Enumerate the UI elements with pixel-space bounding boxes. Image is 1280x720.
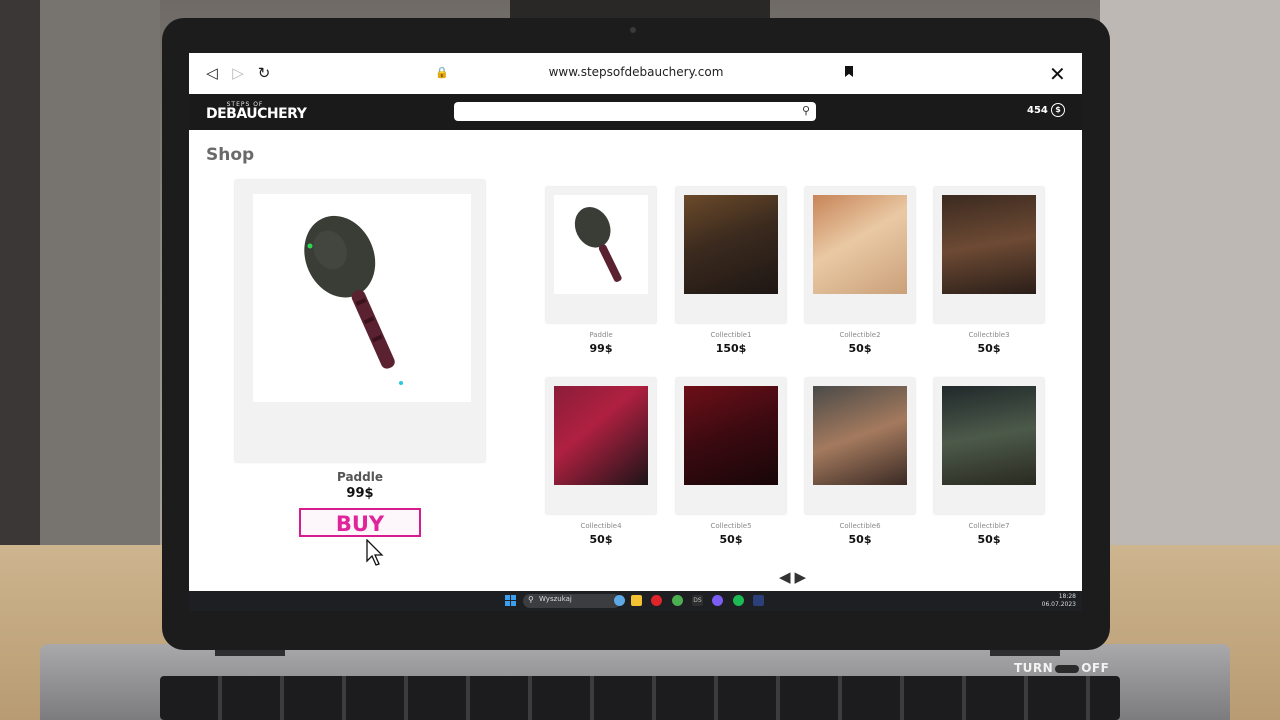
page-title: Shop xyxy=(206,145,255,165)
product-thumbnail xyxy=(684,386,778,485)
product-thumbnail xyxy=(554,386,648,485)
product-price: 50$ xyxy=(977,342,1001,355)
product-name: Collectible1 xyxy=(710,331,752,339)
taskbar-search-placeholder: Wyszukaj xyxy=(539,595,572,603)
room-wall-dark xyxy=(0,0,40,560)
product-card[interactable] xyxy=(934,187,1044,323)
product-thumbnail xyxy=(813,195,907,294)
laptop-screen: ◁ ▷ ↻ 🔒 www.stepsofdebauchery.com ✕ STEP… xyxy=(189,53,1082,611)
product-grid: Paddle 99$ Collectible1 150$ Collectible… xyxy=(546,187,1046,567)
reload-icon[interactable]: ↻ xyxy=(255,64,273,82)
product-price: 50$ xyxy=(848,342,872,355)
product-price: 99$ xyxy=(589,342,613,355)
site-search-input[interactable]: ⚲ xyxy=(454,102,816,121)
brand-left: TURN xyxy=(1014,661,1054,675)
search-icon[interactable]: ⚲ xyxy=(802,104,810,117)
featured-product-card xyxy=(235,180,485,462)
taskbar-clock[interactable]: 18:28 06.07.2023 xyxy=(1032,593,1076,609)
product-card[interactable] xyxy=(546,378,656,514)
brand-right: OFF xyxy=(1081,661,1110,675)
product-thumbnail xyxy=(813,386,907,485)
product-card[interactable] xyxy=(934,378,1044,514)
product-card[interactable] xyxy=(805,378,915,514)
next-page-icon[interactable]: ▶ xyxy=(795,568,807,586)
pagination: ◀ ▶ xyxy=(779,568,810,586)
product-name: Collectible2 xyxy=(839,331,881,339)
buy-button[interactable]: BUY xyxy=(299,508,421,537)
spotify-icon[interactable] xyxy=(733,595,744,606)
forward-icon[interactable]: ▷ xyxy=(229,64,247,82)
turn-off-watermark: TURN OFF xyxy=(1014,661,1109,675)
bookmark-icon[interactable] xyxy=(845,66,853,77)
clock-date: 06.07.2023 xyxy=(1041,601,1076,608)
chrome-icon[interactable] xyxy=(672,595,683,606)
picture-frame xyxy=(510,0,770,20)
back-icon[interactable]: ◁ xyxy=(203,64,221,82)
product-name: Collectible3 xyxy=(968,331,1010,339)
previous-page-icon[interactable]: ◀ xyxy=(779,568,791,586)
product-thumbnail xyxy=(942,386,1036,485)
windows-start-icon[interactable] xyxy=(505,595,516,606)
product-price: 50$ xyxy=(848,533,872,546)
dollar-coin-icon: $ xyxy=(1051,103,1065,117)
product-name: Collectible6 xyxy=(839,522,881,530)
product-card[interactable] xyxy=(676,378,786,514)
paddle-icon xyxy=(304,215,403,385)
taskbar-app-icon[interactable] xyxy=(614,595,625,606)
product-price: 50$ xyxy=(589,533,613,546)
room-wall-panel xyxy=(40,0,160,560)
laptop-keyboard xyxy=(160,676,1120,720)
taskbar-search-input[interactable]: ⚲ Wyszukaj xyxy=(523,594,621,608)
product-price: 50$ xyxy=(977,533,1001,546)
product-name: Collectible4 xyxy=(580,522,622,530)
product-name: Collectible7 xyxy=(968,522,1010,530)
paddle-icon xyxy=(574,207,622,282)
product-card[interactable] xyxy=(676,187,786,323)
browser-toolbar: ◁ ▷ ↻ 🔒 www.stepsofdebauchery.com ✕ xyxy=(189,53,1082,95)
logo-wordmark: DEBAUCHERY xyxy=(206,106,307,122)
webcam xyxy=(630,27,636,33)
close-icon[interactable]: ✕ xyxy=(1049,62,1066,86)
ds-app-icon[interactable]: DS xyxy=(692,595,703,606)
product-price: 50$ xyxy=(719,533,743,546)
taskbar-app-icon[interactable] xyxy=(753,595,764,606)
discord-icon[interactable] xyxy=(712,595,723,606)
product-card[interactable] xyxy=(805,187,915,323)
product-thumbnail xyxy=(942,195,1036,294)
search-icon: ⚲ xyxy=(528,595,534,604)
room-wall-light xyxy=(1100,0,1280,560)
site-logo[interactable]: STEPS OF DEBAUCHERY xyxy=(206,101,307,123)
clock-time: 18:28 xyxy=(1058,593,1076,600)
toggle-icon xyxy=(1055,664,1080,673)
featured-product-price: 99$ xyxy=(346,486,374,501)
money-balance: 454 xyxy=(1027,105,1048,116)
address-bar[interactable]: www.stepsofdebauchery.com xyxy=(489,65,783,79)
lock-icon: 🔒 xyxy=(435,66,449,79)
product-thumbnail xyxy=(554,195,648,294)
featured-product-name: Paddle xyxy=(336,470,383,484)
site-header: STEPS OF DEBAUCHERY ⚲ 454 $ xyxy=(189,94,1082,130)
product-price: 150$ xyxy=(715,342,747,355)
folder-icon[interactable] xyxy=(631,595,642,606)
product-name: Collectible5 xyxy=(710,522,752,530)
os-taskbar: ⚲ Wyszukaj DS 18:28 06.07.2023 xyxy=(189,591,1082,611)
featured-product-image xyxy=(253,194,471,402)
opera-icon[interactable] xyxy=(651,595,662,606)
product-thumbnail xyxy=(684,195,778,294)
product-name: Paddle xyxy=(589,331,613,339)
product-card[interactable] xyxy=(546,187,656,323)
